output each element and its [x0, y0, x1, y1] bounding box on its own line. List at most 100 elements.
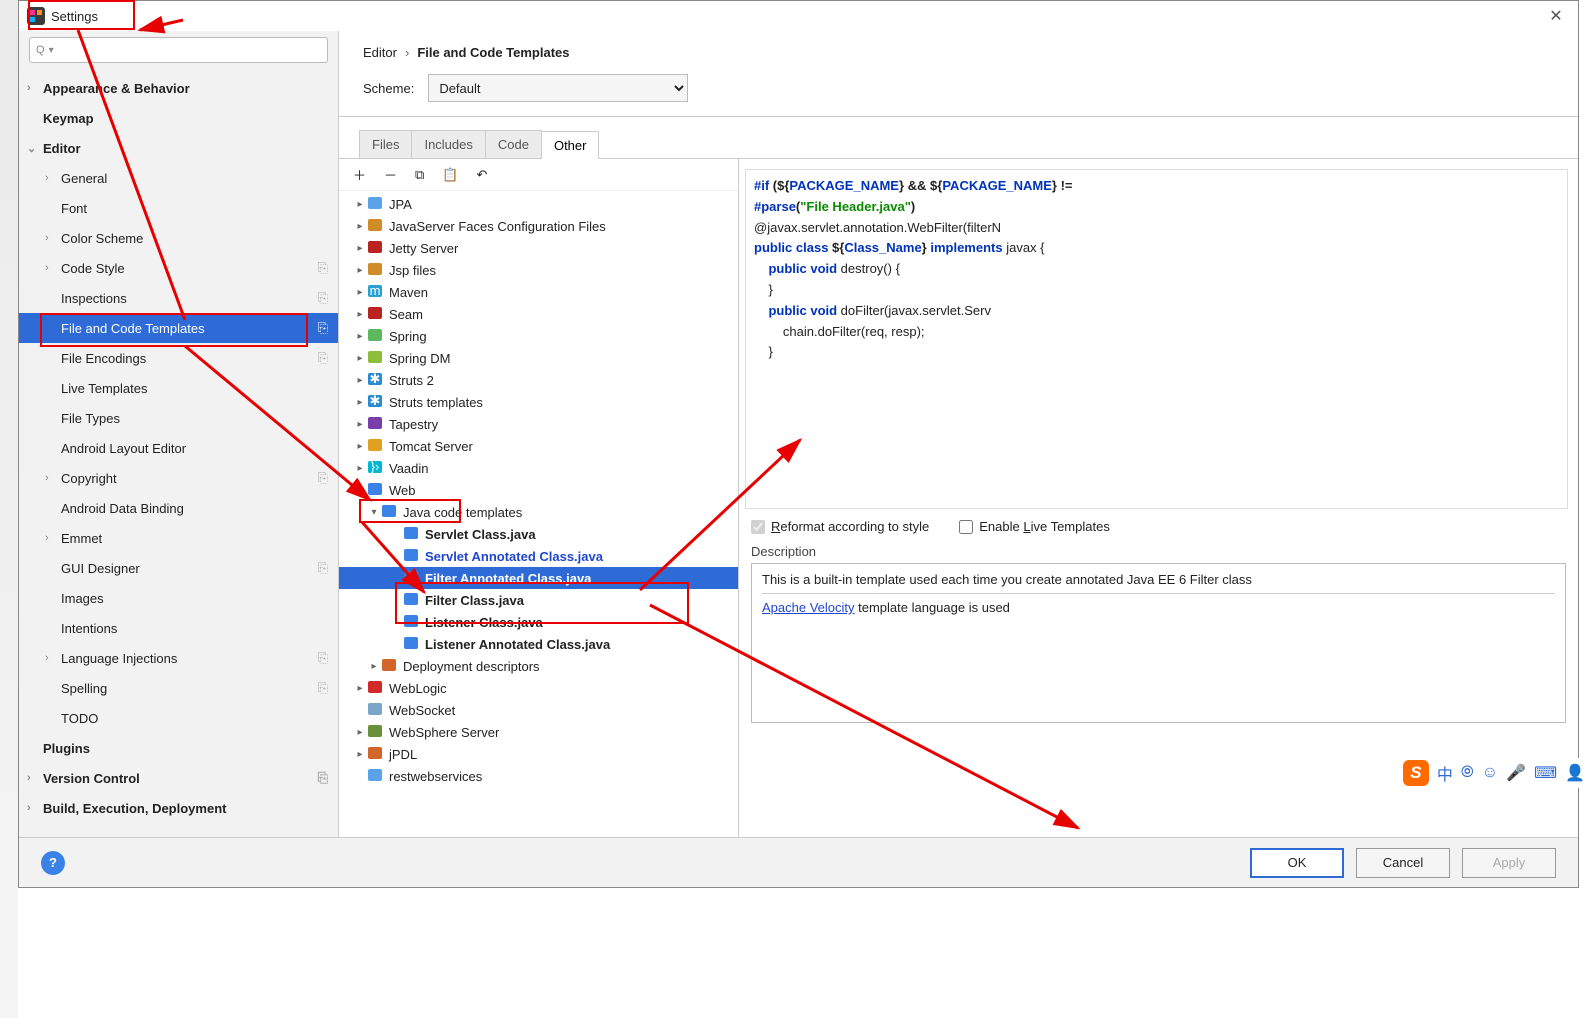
tab-other[interactable]: Other [541, 131, 600, 159]
tab-files[interactable]: Files [359, 130, 412, 158]
file-icon [367, 416, 385, 432]
sidebar-item-code-style[interactable]: ›Code Style⎘ [19, 253, 338, 283]
template-item-struts-2[interactable]: ▸✱Struts 2 [339, 369, 738, 391]
template-item-jpdl[interactable]: ▸jPDL [339, 743, 738, 765]
project-level-icon: ⎘ [318, 650, 328, 666]
project-level-icon: ⎘ [318, 290, 328, 306]
template-item-listener-class-java[interactable]: Listener Class.java [339, 611, 738, 633]
template-item-restwebservices[interactable]: restwebservices [339, 765, 738, 787]
ok-button[interactable]: OK [1250, 848, 1344, 878]
sidebar-item-color-scheme[interactable]: ›Color Scheme [19, 223, 338, 253]
sidebar-item-plugins[interactable]: Plugins [19, 733, 338, 763]
paste-icon[interactable]: 📋 [442, 167, 458, 183]
ime-punct[interactable]: ⦾ [1461, 764, 1474, 782]
ime-s-icon[interactable]: S [1403, 760, 1429, 786]
template-item-servlet-class-java[interactable]: Servlet Class.java [339, 523, 738, 545]
template-item-spring-dm[interactable]: ▸Spring DM [339, 347, 738, 369]
search-field[interactable] [58, 43, 321, 57]
sidebar-item-android-data-binding[interactable]: Android Data Binding [19, 493, 338, 523]
file-icon [403, 570, 421, 586]
undo-icon[interactable]: ↶ [477, 167, 488, 183]
template-item-jpa[interactable]: ▸JPA [339, 193, 738, 215]
tab-includes[interactable]: Includes [411, 130, 485, 158]
sidebar-item-file-and-code-templates[interactable]: File and Code Templates⎘ [19, 313, 338, 343]
tabbar: FilesIncludesCodeOther [339, 125, 1578, 159]
template-item-jetty-server[interactable]: ▸Jetty Server [339, 237, 738, 259]
scheme-select[interactable]: Default [428, 74, 688, 102]
ime-emoji[interactable]: ☺ [1482, 764, 1498, 782]
sidebar-item-build-execution-deployment[interactable]: ›Build, Execution, Deployment [19, 793, 338, 823]
sidebar-item-general[interactable]: ›General [19, 163, 338, 193]
enable-live-templates-checkbox[interactable]: Enable Live Templates [959, 519, 1110, 534]
template-item-filter-class-java[interactable]: Filter Class.java [339, 589, 738, 611]
sidebar-item-copyright[interactable]: ›Copyright⎘ [19, 463, 338, 493]
sidebar-item-spelling[interactable]: Spelling⎘ [19, 673, 338, 703]
file-icon [403, 636, 421, 652]
sidebar-item-language-injections[interactable]: ›Language Injections⎘ [19, 643, 338, 673]
sidebar-item-file-types[interactable]: File Types [19, 403, 338, 433]
breadcrumb-current: File and Code Templates [417, 45, 569, 60]
template-item-weblogic[interactable]: ▸WebLogic [339, 677, 738, 699]
breadcrumb-editor[interactable]: Editor [363, 45, 397, 60]
template-editor[interactable]: #if (${PACKAGE_NAME} && ${PACKAGE_NAME} … [745, 169, 1568, 509]
template-item-web[interactable]: ▾Web [339, 479, 738, 501]
remove-icon[interactable]: － [384, 165, 397, 184]
search-dd-glyph: ▾ [49, 45, 54, 56]
template-item-servlet-annotated-class-java[interactable]: Servlet Annotated Class.java [339, 545, 738, 567]
ime-voice[interactable]: 🎤 [1506, 763, 1526, 783]
dialog-buttons: ? OK Cancel Apply [19, 837, 1578, 887]
template-item-tomcat-server[interactable]: ▸Tomcat Server [339, 435, 738, 457]
velocity-link[interactable]: Apache Velocity [762, 600, 855, 615]
sidebar-item-inspections[interactable]: Inspections⎘ [19, 283, 338, 313]
template-item-spring[interactable]: ▸Spring [339, 325, 738, 347]
breadcrumb-sep: › [405, 45, 409, 60]
template-item-java-code-templates[interactable]: ▾Java code templates [339, 501, 738, 523]
tab-code[interactable]: Code [485, 130, 542, 158]
search-input[interactable]: Q ▾ [29, 37, 328, 63]
template-item-jsp-files[interactable]: ▸Jsp files [339, 259, 738, 281]
ime-user[interactable]: 👤 [1565, 763, 1585, 783]
file-icon [367, 680, 385, 696]
template-item-listener-annotated-class-java[interactable]: Listener Annotated Class.java [339, 633, 738, 655]
ime-keyboard[interactable]: ⌨ [1534, 763, 1557, 783]
template-item-vaadin[interactable]: ▸}›Vaadin [339, 457, 738, 479]
add-icon[interactable]: ＋ [353, 165, 366, 184]
template-item-tapestry[interactable]: ▸Tapestry [339, 413, 738, 435]
ime-toolbar[interactable]: S 中 ⦾ ☺ 🎤 ⌨ 👤 [1397, 758, 1591, 788]
template-item-websocket[interactable]: WebSocket [339, 699, 738, 721]
svg-text:}›: }› [371, 460, 380, 474]
project-level-icon: ⎘ [318, 770, 328, 786]
sidebar-item-editor[interactable]: ⌄Editor [19, 133, 338, 163]
sidebar-item-keymap[interactable]: Keymap [19, 103, 338, 133]
sidebar-item-gui-designer[interactable]: GUI Designer⎘ [19, 553, 338, 583]
file-icon [367, 768, 385, 784]
sidebar-item-file-encodings[interactable]: File Encodings⎘ [19, 343, 338, 373]
copy-icon[interactable]: ⧉ [415, 167, 424, 183]
file-icon [381, 658, 399, 674]
sidebar-item-font[interactable]: Font [19, 193, 338, 223]
sidebar-item-intentions[interactable]: Intentions [19, 613, 338, 643]
template-item-javaserver-faces-configuration-files[interactable]: ▸JavaServer Faces Configuration Files [339, 215, 738, 237]
ime-lang[interactable]: 中 [1437, 761, 1453, 785]
description-box: This is a built-in template used each ti… [751, 563, 1566, 723]
sidebar-item-images[interactable]: Images [19, 583, 338, 613]
template-item-deployment-descriptors[interactable]: ▸Deployment descriptors [339, 655, 738, 677]
file-icon: ✱ [367, 372, 385, 388]
apply-button[interactable]: Apply [1462, 848, 1556, 878]
template-item-struts-templates[interactable]: ▸✱Struts templates [339, 391, 738, 413]
template-item-websphere-server[interactable]: ▸WebSphere Server [339, 721, 738, 743]
template-item-seam[interactable]: ▸Seam [339, 303, 738, 325]
sidebar-item-todo[interactable]: TODO [19, 703, 338, 733]
template-item-maven[interactable]: ▸mMaven [339, 281, 738, 303]
close-icon[interactable]: ✕ [1542, 6, 1570, 26]
scheme-label: Scheme: [363, 81, 414, 96]
file-icon [367, 196, 385, 212]
sidebar-item-appearance-behavior[interactable]: ›Appearance & Behavior [19, 73, 338, 103]
help-icon[interactable]: ? [41, 851, 65, 875]
sidebar-item-live-templates[interactable]: Live Templates [19, 373, 338, 403]
sidebar-item-version-control[interactable]: ›Version Control⎘ [19, 763, 338, 793]
cancel-button[interactable]: Cancel [1356, 848, 1450, 878]
sidebar-item-emmet[interactable]: ›Emmet [19, 523, 338, 553]
sidebar-item-android-layout-editor[interactable]: Android Layout Editor [19, 433, 338, 463]
template-item-filter-annotated-class-java[interactable]: Filter Annotated Class.java [339, 567, 738, 589]
